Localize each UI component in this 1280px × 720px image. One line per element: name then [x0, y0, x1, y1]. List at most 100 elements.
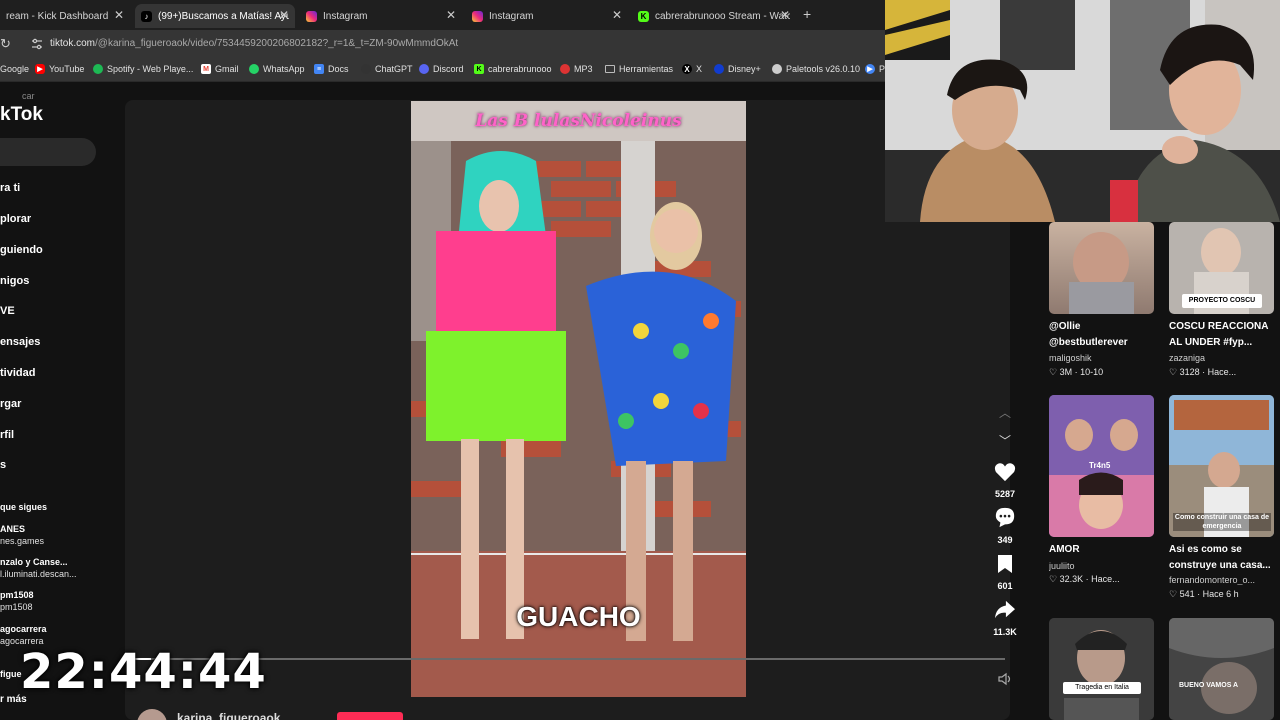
tiktok-icon: ♪	[141, 10, 152, 22]
account-name: nzalo y Canse...	[0, 557, 68, 567]
bookmark-label: cabrerabrunooo	[488, 64, 552, 74]
bookmark-label: Gmail	[215, 64, 239, 74]
bookmark-label: Paletools v26.0.10	[786, 64, 861, 74]
close-tab-icon[interactable]: ✕	[279, 8, 289, 22]
related-caption[interactable]: @Ollie @bestbutlerever	[1049, 319, 1159, 351]
scroll-up-button[interactable]: ︿	[985, 404, 1025, 422]
like-button[interactable]: 5287	[985, 462, 1025, 499]
related-username[interactable]: fernandomontero_o...	[1169, 575, 1279, 585]
nav-activity[interactable]: tividad	[0, 367, 35, 379]
bookmark-chatgpt[interactable]: ChatGPT	[361, 64, 413, 74]
related-username[interactable]: maligoshik	[1049, 353, 1159, 363]
nav-live[interactable]: VE	[0, 305, 15, 317]
related-caption[interactable]: Asi es como se construye una casa...	[1169, 542, 1279, 574]
site-settings-icon[interactable]	[30, 37, 44, 51]
share-arrow-icon	[995, 600, 1015, 619]
bookmark-discord[interactable]: Discord	[419, 64, 464, 74]
spotify-icon	[93, 64, 103, 74]
account-name: pm1508	[0, 590, 34, 600]
nav-messages[interactable]: ensajes	[0, 336, 40, 348]
bookmark-paletools[interactable]: Paletools v26.0.10	[772, 64, 860, 74]
tab-kick-stream[interactable]: K cabrerabrunooo Stream - Watch ✕	[632, 4, 796, 28]
bookmark-x[interactable]: XX	[682, 64, 702, 74]
video-frame[interactable]: Las B lulasNicoleinus GUACHO	[411, 101, 746, 697]
bookmark-icon	[998, 555, 1012, 573]
tab-title: ream - Kick Dashboard	[6, 10, 109, 22]
author-username[interactable]: karina_figueroaok	[177, 711, 280, 720]
following-account[interactable]: pm1508 pm1508	[0, 589, 34, 613]
close-tab-icon[interactable]: ✕	[114, 8, 124, 22]
nav-upload[interactable]: rgar	[0, 398, 21, 410]
bookmark-whatsapp[interactable]: WhatsApp	[249, 64, 305, 74]
like-count: 5287	[994, 489, 1016, 499]
related-video-thumbnail[interactable]: Como construir una casa de emergencia	[1169, 395, 1274, 537]
new-tab-plus-icon[interactable]: +	[803, 6, 811, 22]
thumbnail-overlay-text: Tr4n5	[1089, 461, 1111, 470]
nav-following[interactable]: guiendo	[0, 244, 43, 256]
bookmark-label: ChatGPT	[375, 64, 413, 74]
following-accounts-heading: que sigues	[0, 502, 48, 512]
tiktok-logo[interactable]: kTok	[0, 104, 43, 126]
related-username[interactable]: juuliito	[1049, 561, 1159, 571]
nav-for-you[interactable]: ra ti	[0, 182, 20, 194]
bookmark-cabrerabrunooo[interactable]: Kcabrerabrunooo	[474, 64, 552, 74]
share-button[interactable]: 11.3K	[985, 600, 1025, 637]
tab-kick-dashboard[interactable]: ream - Kick Dashboard ✕	[0, 4, 130, 28]
bookmark-herramientas[interactable]: Herramientas	[605, 64, 673, 74]
reload-icon[interactable]: ↻	[0, 36, 11, 52]
related-caption[interactable]: COSCU REACCIONA AL UNDER #fyp...	[1169, 319, 1279, 351]
close-tab-icon[interactable]: ✕	[780, 8, 790, 22]
account-handle: nes.games	[0, 536, 45, 546]
following-account[interactable]: figue	[0, 668, 22, 680]
close-tab-icon[interactable]: ✕	[612, 8, 622, 22]
nav-more[interactable]: s	[0, 459, 6, 471]
related-video-thumbnail[interactable]: PROYECTO COSCU	[1169, 222, 1274, 314]
tab-title: Instagram	[489, 10, 534, 22]
nav-profile[interactable]: rfil	[0, 429, 14, 441]
url-field[interactable]: tiktok.com/@karina_figueroaok/video/7534…	[50, 38, 458, 49]
related-date: Hace 6 h	[1202, 589, 1239, 599]
follow-button[interactable]	[337, 712, 403, 720]
bookmark-p[interactable]: ▶ P	[865, 64, 885, 74]
following-account[interactable]: ANES nes.games	[0, 523, 44, 547]
thumbnail-image	[1069, 232, 1134, 314]
browser-tab-strip: ream - Kick Dashboard ✕ ♪ (99+)Buscamos …	[0, 0, 885, 30]
following-account[interactable]: nzalo y Canse... l.iluminati.descan...	[0, 556, 77, 580]
tab-instagram-1[interactable]: Instagram ✕	[300, 4, 462, 28]
whatsapp-icon	[249, 64, 259, 74]
related-video-thumbnail[interactable]: Tragedia en Italia	[1049, 618, 1154, 720]
related-video-thumbnail[interactable]: Tr4n5	[1049, 395, 1154, 537]
bookmark-disney[interactable]: Disney+	[714, 64, 761, 74]
chevron-up-icon: ︿	[998, 406, 1011, 420]
comment-icon	[995, 507, 1015, 528]
bookmark-spotify[interactable]: Spotify - Web Playe...	[93, 64, 193, 74]
webcam-feed	[885, 0, 1280, 222]
search-input[interactable]	[0, 138, 96, 166]
url-host: tiktok.com	[50, 38, 96, 49]
related-caption[interactable]: AMOR	[1049, 542, 1159, 558]
bookmark-youtube[interactable]: ▶ YouTube	[35, 64, 84, 74]
webcam-overlay	[885, 0, 1280, 222]
related-video-thumbnail[interactable]	[1049, 222, 1154, 314]
tab-tiktok-video[interactable]: ♪ (99+)Buscamos a Matías! Ayuda ✕	[135, 4, 295, 28]
volume-icon[interactable]	[998, 672, 1012, 686]
bookmark-mp3[interactable]: MP3	[560, 64, 593, 74]
thumbnail-overlay-text: Como construir una casa de emergencia	[1173, 513, 1271, 531]
nav-friends[interactable]: nigos	[0, 275, 29, 287]
related-like-count: 3M	[1059, 367, 1073, 377]
bookmark-docs[interactable]: ≡ Docs	[314, 64, 349, 74]
tab-instagram-2[interactable]: Instagram ✕	[466, 4, 628, 28]
comment-button[interactable]: 349	[985, 506, 1025, 545]
related-video-thumbnail[interactable]: BUENO VAMOS A	[1169, 618, 1274, 720]
scroll-down-button[interactable]: ﹀	[985, 432, 1025, 450]
heart-outline-icon: ♡	[1049, 574, 1060, 584]
related-stats: ♡ 3128 · Hace...	[1169, 367, 1237, 377]
url-path: /@karina_figueroaok/video/75344592002068…	[95, 38, 459, 49]
heart-outline-icon: ♡	[1169, 589, 1180, 599]
bookmark-gmail[interactable]: M Gmail	[201, 64, 239, 74]
related-username[interactable]: zazaniga	[1169, 353, 1279, 363]
close-tab-icon[interactable]: ✕	[446, 8, 456, 22]
bookmark-google[interactable]: Google	[0, 64, 29, 74]
save-button[interactable]: 601	[985, 554, 1025, 591]
nav-explore[interactable]: plorar	[0, 213, 31, 225]
